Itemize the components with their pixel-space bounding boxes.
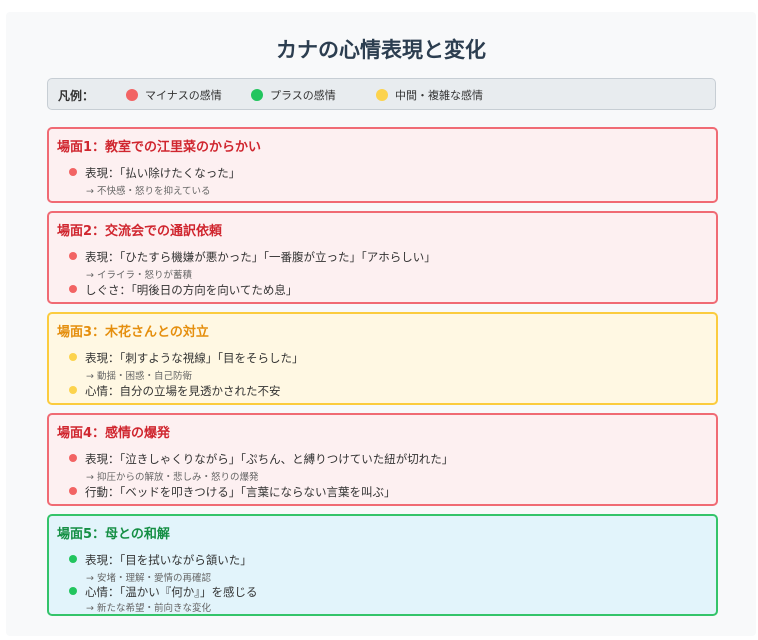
legend-item-label: 中間・複雑な感情 [395,89,483,102]
legend-dot-red-icon [126,89,138,101]
bullet-dot-icon [69,487,77,495]
scene-row: 行動：「ベッドを叩きつける」「言葉にならない言葉を叫ぶ」 [69,484,396,500]
legend-item-label: マイナスの感情 [145,89,222,102]
scene-row: 表現：「泣きしゃくりながら」「ぷちん、と縛りつけていた紐が切れた」 [69,451,453,467]
row-text: 表現：「刺すような視線」「目をそらした」 [85,351,304,365]
scene-title: 場面2：交流会での通訳依頼 [57,224,223,239]
legend-dot-green-icon [251,89,263,101]
scene-row: しぐさ：「明後日の方向を向いてため息」 [69,282,297,298]
bullet-dot-icon [69,454,77,462]
row-text: 心情：「温かい『何か』」を感じる [85,585,258,599]
bullet-dot-icon [69,587,77,595]
row-text: 心情：自分の立場を見透かされた不安 [85,384,281,398]
row-note: → 安堵・理解・愛情の再確認 [86,573,211,584]
legend-label: 凡例： [58,89,95,103]
row-text: 表現：「払い除けたくなった」 [85,166,241,180]
legend-item-negative: マイナスの感情 [126,87,222,103]
row-note: → 新たな希望・前向きな変化 [86,603,211,614]
bullet-dot-icon [69,168,77,176]
legend-dot-yellow-icon [376,89,388,101]
bullet-dot-icon [69,252,77,260]
scene-card-3: 場面3：木花さんとの対立 表現：「刺すような視線」「目をそらした」 → 動揺・困… [47,312,718,405]
row-note: → 不快感・怒りを抑えている [86,186,211,197]
scene-row: 心情：「温かい『何か』」を感じる [69,584,258,600]
scene-title: 場面4：感情の爆発 [57,426,171,441]
row-text: 表現：「ひたすら機嫌が悪かった」「一番腹が立った」「アホらしい」 [85,250,436,264]
scene-title: 場面1：教室での江里菜のからかい [57,140,262,155]
scene-title: 場面5：母との和解 [57,527,170,542]
scene-card-2: 場面2：交流会での通訳依頼 表現：「ひたすら機嫌が悪かった」「一番腹が立った」「… [47,211,718,304]
diagram-title: カナの心情表現と変化 [276,38,486,62]
row-text: 表現：「目を拭いながら頷いた」 [85,553,252,567]
legend-item-label: プラスの感情 [270,89,336,102]
scene-card-1: 場面1：教室での江里菜のからかい 表現：「払い除けたくなった」 → 不快感・怒り… [47,127,718,203]
scene-title: 場面3：木花さんとの対立 [57,325,209,340]
bullet-dot-icon [69,386,77,394]
bullet-dot-icon [69,555,77,563]
bullet-dot-icon [69,353,77,361]
diagram-panel: カナの心情表現と変化 凡例： マイナスの感情 プラスの感情 中間・複雑な感情 場… [6,12,756,636]
row-note: → 抑圧からの解放・悲しみ・怒りの爆発 [86,472,259,483]
legend: 凡例： マイナスの感情 プラスの感情 中間・複雑な感情 [47,78,716,110]
scene-row: 表現：「刺すような視線」「目をそらした」 [69,350,304,366]
legend-item-mixed: 中間・複雑な感情 [376,87,483,103]
row-text: しぐさ：「明後日の方向を向いてため息」 [85,283,298,297]
row-note: → イライラ・怒りが蓄積 [86,270,192,281]
row-text: 表現：「泣きしゃくりながら」「ぷちん、と縛りつけていた紐が切れた」 [85,452,454,466]
bullet-dot-icon [69,285,77,293]
scene-row: 表現：「目を拭いながら頷いた」 [69,552,252,568]
scene-row: 心情：自分の立場を見透かされた不安 [69,383,281,399]
legend-item-positive: プラスの感情 [251,87,336,103]
scene-row: 表現：「払い除けたくなった」 [69,165,240,181]
scene-row: 表現：「ひたすら機嫌が悪かった」「一番腹が立った」「アホらしい」 [69,249,436,265]
row-text: 行動：「ベッドを叩きつける」「言葉にならない言葉を叫ぶ」 [85,485,396,499]
scene-card-4: 場面4：感情の爆発 表現：「泣きしゃくりながら」「ぷちん、と縛りつけていた紐が切… [47,413,718,506]
scene-card-5: 場面5：母との和解 表現：「目を拭いながら頷いた」 → 安堵・理解・愛情の再確認… [47,514,718,616]
row-note: → 動揺・困惑・自己防衛 [86,371,192,382]
